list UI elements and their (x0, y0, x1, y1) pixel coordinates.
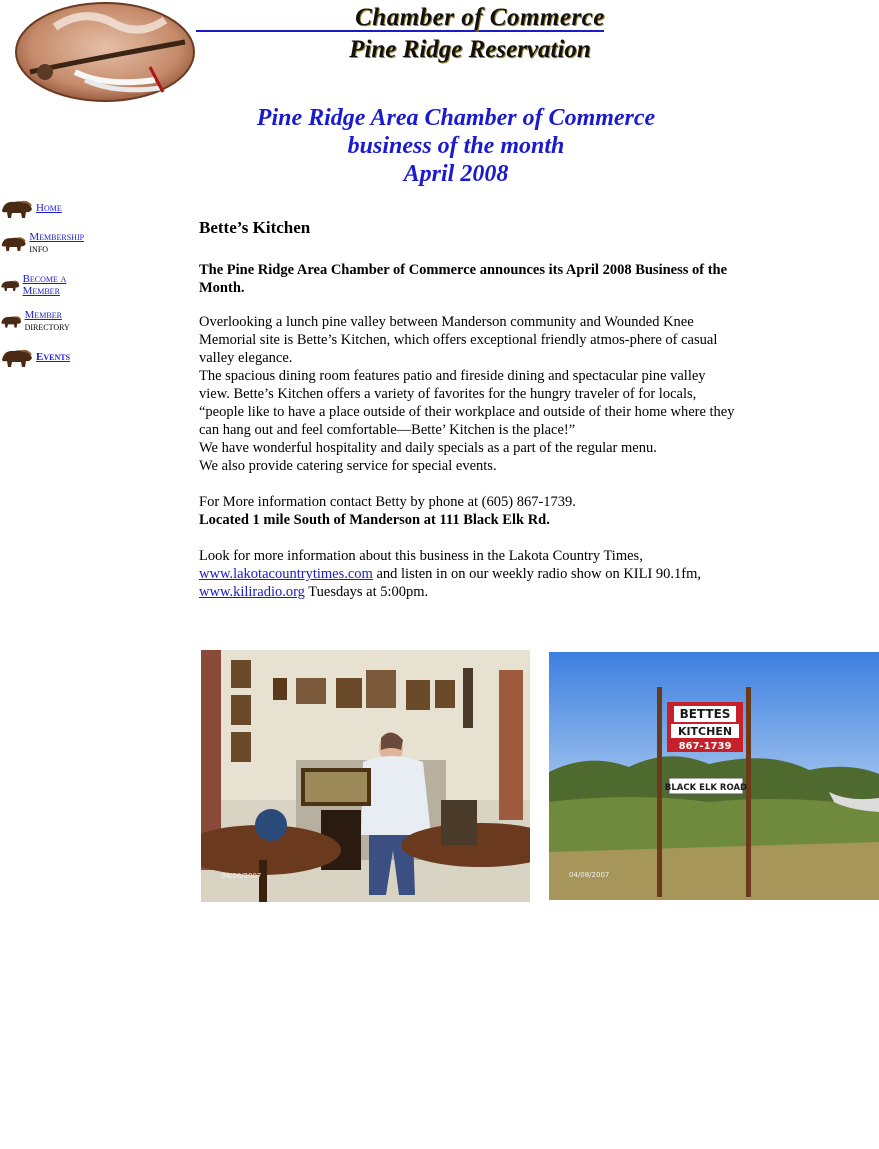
photo2-date-stamp: 04/08/2007 (569, 871, 609, 879)
page-banner: Pine Ridge Area Chamber of Commerce busi… (196, 104, 716, 188)
nav-item-membership[interactable]: Membership info (0, 231, 91, 255)
buffalo-icon (2, 349, 32, 367)
more-info-middle: and listen in on our weekly radio show o… (372, 566, 702, 582)
paragraph-4: We also provide catering service for spe… (199, 458, 497, 474)
sign-phone: 867-1739 (679, 741, 732, 752)
nav-link-home[interactable]: Home (36, 202, 62, 214)
nav-item-become-member[interactable]: Become a Member (0, 273, 73, 297)
business-name: Bette’s Kitchen (199, 218, 311, 237)
chamber-logo (15, 2, 195, 102)
lakota-times-link[interactable]: www.lakotacountrytimes.com (199, 566, 373, 582)
nav-link-membership[interactable]: Membership (29, 231, 84, 243)
buffalo-icon (1, 237, 26, 252)
more-info-suffix: Tuesdays at 5:00pm. (304, 584, 429, 600)
kili-radio-link[interactable]: www.kiliradio.org (199, 584, 305, 600)
photo-bettes-kitchen-sign: BETTES KITCHEN 867-1739 BLACK ELK ROAD 0… (549, 652, 879, 900)
site-title: Chamber of Commerce (355, 4, 605, 31)
nav-item-home[interactable]: Home (0, 196, 62, 220)
paragraph-2: The spacious dining room features patio … (199, 368, 735, 438)
banner-line-3: April 2008 (403, 161, 509, 187)
buffalo-icon (1, 316, 22, 328)
sign-line-1: BETTES (680, 707, 731, 721)
site-subtitle: Pine Ridge Reservation (349, 36, 591, 63)
nav-label-membership-suffix: info (29, 243, 49, 255)
paragraph-3: We have wonderful hospitality and daily … (199, 440, 657, 456)
paragraph-1: Overlooking a lunch pine valley between … (199, 314, 718, 366)
contact-info: For More information contact Betty by ph… (199, 494, 576, 510)
more-info: Look for more information about this bus… (199, 547, 739, 601)
banner-line-1: Pine Ridge Area Chamber of Commerce (256, 105, 656, 131)
nav-link-member[interactable]: Member (25, 309, 62, 321)
buffalo-icon (2, 200, 32, 218)
announcement: The Pine Ridge Area Chamber of Commerce … (199, 262, 728, 296)
nav-label-directory-suffix: directory (24, 321, 70, 333)
nav-item-directory[interactable]: Member directory (0, 309, 81, 333)
nav-link-events[interactable]: Events (36, 351, 70, 363)
nav-item-events[interactable]: Events (0, 345, 70, 369)
banner-line-2: business of the month (347, 133, 565, 159)
article: Bette’s Kitchen The Pine Ridge Area Cham… (199, 217, 739, 601)
photo-bette-interior: 04/08/2007 (201, 650, 530, 902)
road-sign-text: BLACK ELK ROAD (665, 783, 747, 793)
more-info-prefix: Look for more information about this bus… (199, 548, 643, 564)
location-info: Located 1 mile South of Manderson at 111… (199, 512, 550, 528)
photo1-date-stamp: 04/08/2007 (221, 872, 261, 880)
sign-line-2: KITCHEN (678, 725, 732, 738)
nav-link-become-member[interactable]: Become a Member (23, 273, 67, 297)
buffalo-icon (1, 280, 20, 292)
